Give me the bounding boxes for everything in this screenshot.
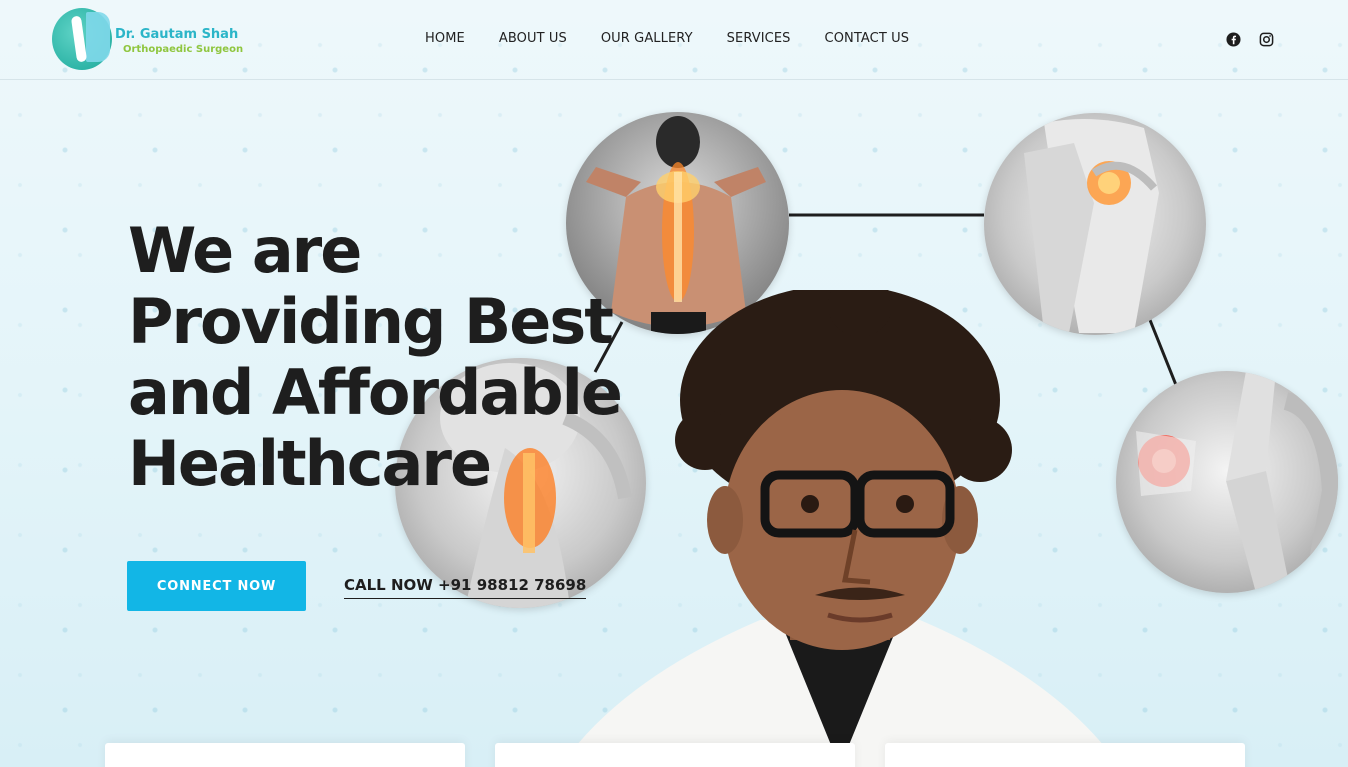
hero-title-line-1: We are <box>128 214 362 287</box>
logo-tagline: Orthopaedic Surgeon <box>123 44 244 55</box>
hero-title-line-2: Providing Best <box>128 285 614 358</box>
call-now-link[interactable]: CALL NOW +91 98812 78698 <box>344 576 587 599</box>
knee-joint-image <box>1116 371 1338 593</box>
nav-item-contact-us[interactable]: CONTACT US <box>825 31 910 46</box>
logo-name: Dr. Gautam Shah <box>115 27 239 42</box>
nav-item-home[interactable]: HOME <box>425 31 465 46</box>
connect-now-button[interactable]: CONNECT NOW <box>127 561 306 611</box>
feature-card-3 <box>885 743 1245 767</box>
feature-card-2 <box>495 743 855 767</box>
site-header: Dr. Gautam Shah Orthopaedic Surgeon HOME… <box>0 0 1348 80</box>
logo-mark-icon <box>52 8 112 70</box>
main-nav: HOME ABOUT US OUR GALLERY SERVICES CONTA… <box>425 31 943 46</box>
social-links <box>1226 32 1274 47</box>
instagram-icon[interactable] <box>1259 32 1274 47</box>
feature-card-1 <box>105 743 465 767</box>
nav-item-our-gallery[interactable]: OUR GALLERY <box>601 31 693 46</box>
facebook-icon[interactable] <box>1226 32 1241 47</box>
nav-item-services[interactable]: SERVICES <box>727 31 791 46</box>
hero-title-line-4: Healthcare <box>128 427 492 500</box>
hero-title: We are Providing Best and Affordable Hea… <box>128 215 668 499</box>
site-logo[interactable]: Dr. Gautam Shah Orthopaedic Surgeon <box>52 8 252 72</box>
hero-title-line-3: and Affordable <box>128 356 623 429</box>
nav-item-about-us[interactable]: ABOUT US <box>499 31 567 46</box>
